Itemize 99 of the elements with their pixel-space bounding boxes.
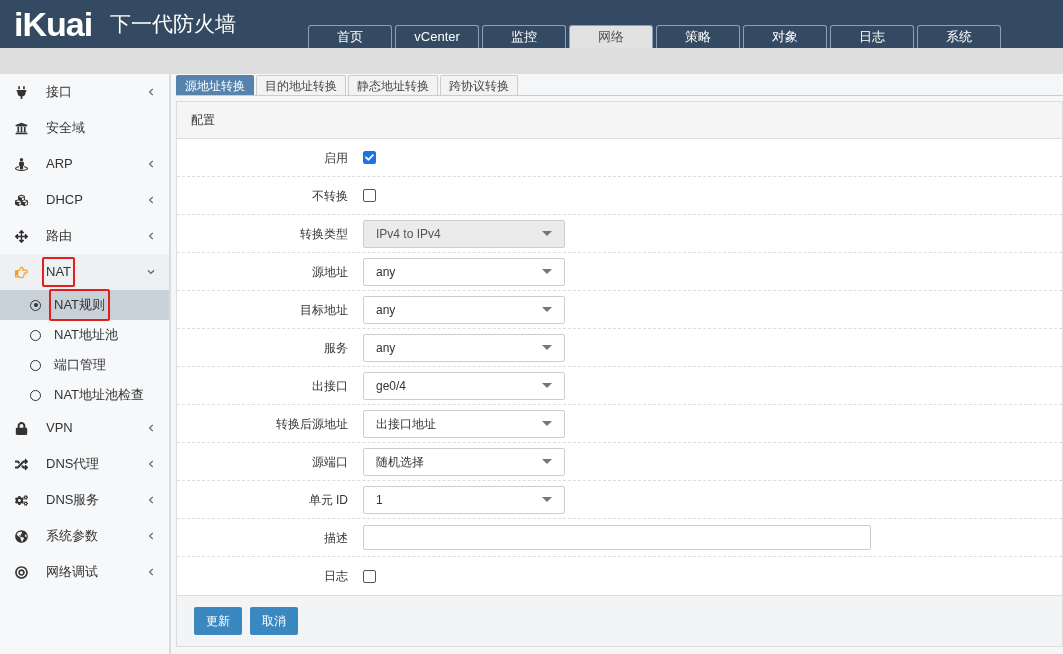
select-field[interactable]: any bbox=[363, 295, 565, 324]
sidebar-item[interactable]: 路由 bbox=[0, 218, 169, 254]
sidebar-item[interactable]: DHCP bbox=[0, 182, 169, 218]
input-field[interactable] bbox=[363, 525, 871, 550]
select-field[interactable]: 随机选择 bbox=[363, 447, 565, 476]
checkbox[interactable] bbox=[363, 151, 376, 164]
sidebar-subitem-label: NAT地址池检查 bbox=[53, 386, 146, 405]
top-nav-tab[interactable]: 对象 bbox=[743, 25, 828, 48]
sub-tab[interactable]: 跨协议转换 bbox=[440, 75, 518, 95]
top-nav-tab[interactable]: vCenter bbox=[395, 25, 480, 48]
panel-title: 配置 bbox=[191, 112, 215, 129]
top-nav-tab[interactable]: 网络 bbox=[569, 25, 654, 48]
checkbox[interactable] bbox=[363, 569, 376, 583]
sidebar-item-label: DNS服务 bbox=[45, 491, 101, 510]
gears-icon bbox=[15, 493, 28, 507]
sidebar-item[interactable]: 接口 bbox=[0, 74, 169, 110]
checkbox[interactable] bbox=[363, 189, 376, 202]
top-nav-tab[interactable]: 策略 bbox=[656, 25, 741, 48]
lock-icon bbox=[15, 421, 28, 435]
dropdown-caret-icon bbox=[542, 307, 552, 312]
sidebar-item-label: 系统参数 bbox=[45, 527, 99, 546]
globe-icon bbox=[15, 529, 28, 543]
target-icon bbox=[15, 565, 28, 579]
sidebar-subitem-label: 端口管理 bbox=[53, 356, 107, 375]
sidebar-item[interactable]: VPN bbox=[0, 410, 169, 446]
chevron-left-icon bbox=[147, 460, 155, 468]
sidebar-item[interactable]: ARP bbox=[0, 146, 169, 182]
select-field[interactable]: any bbox=[363, 333, 565, 362]
field-label: 单元 ID bbox=[307, 491, 348, 509]
chevron-left-icon bbox=[147, 160, 155, 168]
sidebar-item[interactable]: NAT bbox=[0, 254, 169, 290]
cubes-icon bbox=[15, 193, 28, 207]
field-label: 转换类型 bbox=[299, 225, 348, 243]
sidebar-item-label: 接口 bbox=[45, 83, 73, 102]
sidebar-item-label: 网络调试 bbox=[45, 563, 99, 582]
field-label: 不转换 bbox=[311, 187, 348, 205]
sub-tab[interactable]: 静态地址转换 bbox=[348, 75, 438, 95]
sidebar-item-label: 安全域 bbox=[45, 119, 86, 138]
chevron-left-icon bbox=[147, 88, 155, 96]
sidebar-subitem[interactable]: 端口管理 bbox=[0, 350, 169, 380]
field-label: 服务 bbox=[323, 339, 348, 357]
field-label: 源地址 bbox=[311, 263, 348, 281]
sidebar-item[interactable]: DNS代理 bbox=[0, 446, 169, 482]
sidebar-subitem[interactable]: NAT规则 bbox=[0, 290, 169, 320]
chevron-left-icon bbox=[147, 424, 155, 432]
sidebar-item[interactable]: 安全域 bbox=[0, 110, 169, 146]
sidebar-item-label: 路由 bbox=[45, 227, 73, 246]
sidebar-subitem[interactable]: NAT地址池 bbox=[0, 320, 169, 350]
chevron-left-icon bbox=[147, 496, 155, 504]
field-label: 源端口 bbox=[311, 453, 348, 471]
chevron-left-icon bbox=[147, 532, 155, 540]
shuffle-icon bbox=[15, 457, 28, 471]
field-label: 日志 bbox=[323, 568, 348, 585]
dropdown-caret-icon bbox=[542, 421, 552, 426]
action-button[interactable]: 更新 bbox=[194, 607, 242, 635]
dropdown-caret-icon bbox=[542, 231, 552, 236]
select-field[interactable]: any bbox=[363, 257, 565, 286]
sidebar-item[interactable]: 系统参数 bbox=[0, 518, 169, 554]
select-field[interactable]: 1 bbox=[363, 485, 565, 514]
chevron-down-icon bbox=[147, 268, 155, 276]
field-label: 启用 bbox=[323, 149, 348, 167]
sidebar-item-label: DNS代理 bbox=[45, 455, 101, 474]
field-label: 目标地址 bbox=[299, 301, 348, 319]
chevron-left-icon bbox=[147, 196, 155, 204]
pointing-hand-icon bbox=[15, 265, 28, 279]
dropdown-caret-icon bbox=[542, 383, 552, 388]
field-label: 描述 bbox=[323, 529, 348, 547]
dropdown-caret-icon bbox=[542, 459, 552, 464]
chevron-left-icon bbox=[147, 568, 155, 576]
select-field[interactable]: 出接口地址 bbox=[363, 409, 565, 438]
top-nav-tab[interactable]: 首页 bbox=[308, 25, 393, 48]
sidebar-item-label: NAT bbox=[42, 257, 76, 287]
sidebar-subitem-label: NAT地址池 bbox=[53, 326, 120, 345]
person-icon bbox=[15, 157, 28, 171]
select-field[interactable]: ge0/4 bbox=[363, 371, 565, 400]
field-label: 转换后源地址 bbox=[275, 415, 348, 433]
sidebar-item-label: VPN bbox=[45, 419, 74, 438]
sidebar-subitem-label: NAT规则 bbox=[49, 289, 111, 321]
sidebar-item-label: DHCP bbox=[45, 191, 84, 210]
sidebar-item[interactable]: DNS服务 bbox=[0, 482, 169, 518]
sub-tab[interactable]: 目的地址转换 bbox=[256, 75, 346, 95]
product-title: 下一代防火墙 bbox=[110, 11, 237, 38]
top-nav-tab[interactable]: 日志 bbox=[830, 25, 915, 48]
dropdown-caret-icon bbox=[542, 269, 552, 274]
field-label: 出接口 bbox=[311, 377, 348, 395]
chevron-left-icon bbox=[147, 232, 155, 240]
top-nav-tab[interactable]: 监控 bbox=[482, 25, 567, 48]
sidebar-item[interactable]: 网络调试 bbox=[0, 554, 169, 590]
sidebar-item-label: ARP bbox=[45, 155, 74, 174]
move-arrows-icon bbox=[15, 229, 28, 243]
action-button[interactable]: 取消 bbox=[250, 607, 298, 635]
bank-icon bbox=[15, 121, 28, 135]
top-nav-tab[interactable]: 系统 bbox=[917, 25, 1002, 48]
sub-tab[interactable]: 源地址转换 bbox=[176, 75, 254, 95]
sidebar-subitem[interactable]: NAT地址池检查 bbox=[0, 380, 169, 410]
logo: iKuai bbox=[14, 7, 93, 41]
plug-icon bbox=[15, 85, 28, 99]
dropdown-caret-icon bbox=[542, 497, 552, 502]
dropdown-caret-icon bbox=[542, 345, 552, 350]
